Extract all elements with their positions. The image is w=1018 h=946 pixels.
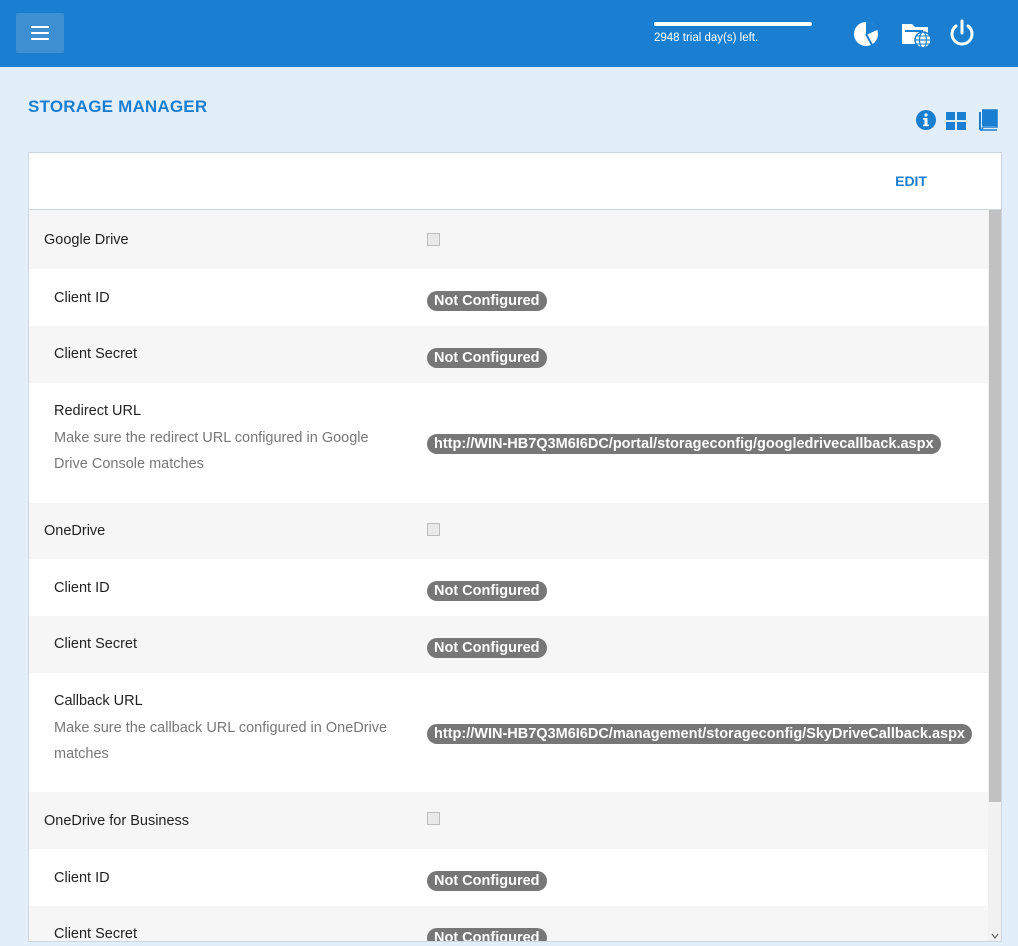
provider-row-onedrive-for-business: OneDrive for Business <box>29 792 988 849</box>
field-label: Client Secret <box>54 926 138 942</box>
scrollbar[interactable] <box>988 210 1001 941</box>
book-icon[interactable] <box>977 109 999 131</box>
scroll-down-arrow-icon[interactable] <box>991 932 999 940</box>
trial-days-text: 2948 trial day(s) left. <box>654 32 759 44</box>
field-label: Redirect URL <box>54 403 142 419</box>
trial-progress-bar <box>654 22 812 26</box>
status-badge: Not Configured <box>427 928 547 941</box>
google-drive-client-id-row: Client ID Not Configured <box>29 269 988 326</box>
edit-button[interactable]: EDIT <box>895 173 927 189</box>
field-note: Make sure the redirect URL configured in… <box>54 430 369 472</box>
provider-name: OneDrive <box>44 523 106 539</box>
trial-progress-fill <box>654 22 812 26</box>
provider-row-google-drive: Google Drive <box>29 210 988 269</box>
menu-button[interactable] <box>16 13 64 53</box>
folder-globe-icon[interactable] <box>900 18 934 50</box>
grid-view-icon[interactable] <box>945 109 967 131</box>
status-badge: Not Configured <box>427 291 547 311</box>
provider-row-onedrive: OneDrive <box>29 503 988 559</box>
scrollbar-thumb[interactable] <box>989 210 1001 802</box>
top-bar: 2948 trial day(s) left. <box>0 0 1018 67</box>
onedrive-business-enable-checkbox[interactable] <box>427 812 440 825</box>
onedrive-business-client-secret-row: Client Secret Not Configured <box>29 906 988 942</box>
field-label: Client Secret <box>54 636 138 652</box>
power-icon[interactable] <box>946 18 978 50</box>
onedrive-client-id-row: Client ID Not Configured <box>29 559 988 616</box>
field-label: Client ID <box>54 290 110 306</box>
provider-name: Google Drive <box>44 232 129 248</box>
trial-indicator: 2948 trial day(s) left. <box>654 22 812 44</box>
provider-name: OneDrive for Business <box>44 813 190 829</box>
panel-header: EDIT <box>29 153 1001 210</box>
pie-chart-icon[interactable] <box>850 18 882 50</box>
callback-url-value: http://WIN-HB7Q3M6I6DC/management/storag… <box>427 724 972 744</box>
field-label: Client Secret <box>54 346 138 362</box>
status-badge: Not Configured <box>427 638 547 658</box>
status-badge: Not Configured <box>427 348 547 368</box>
storage-panel: EDIT Google Drive Client ID Not Configur… <box>28 152 1002 942</box>
google-drive-client-secret-row: Client Secret Not Configured <box>29 326 988 383</box>
status-badge: Not Configured <box>427 871 547 891</box>
google-drive-redirect-url-row: Redirect URL Make sure the redirect URL … <box>29 383 988 503</box>
onedrive-client-secret-row: Client Secret Not Configured <box>29 616 988 673</box>
info-icon[interactable] <box>915 109 937 131</box>
provider-list: Google Drive Client ID Not Configured Cl… <box>29 210 988 942</box>
page-title: STORAGE MANAGER <box>28 97 208 116</box>
hamburger-menu-icon <box>31 26 49 40</box>
field-label: Client ID <box>54 580 110 596</box>
onedrive-callback-url-row: Callback URL Make sure the callback URL … <box>29 673 988 792</box>
field-label: Callback URL <box>54 693 143 709</box>
google-drive-enable-checkbox[interactable] <box>427 233 440 246</box>
redirect-url-value: http://WIN-HB7Q3M6I6DC/portal/storagecon… <box>427 434 941 454</box>
field-label: Client ID <box>54 870 110 886</box>
field-note: Make sure the callback URL configured in… <box>54 720 388 762</box>
status-badge: Not Configured <box>427 581 547 601</box>
onedrive-business-client-id-row: Client ID Not Configured <box>29 849 988 906</box>
onedrive-enable-checkbox[interactable] <box>427 523 440 536</box>
